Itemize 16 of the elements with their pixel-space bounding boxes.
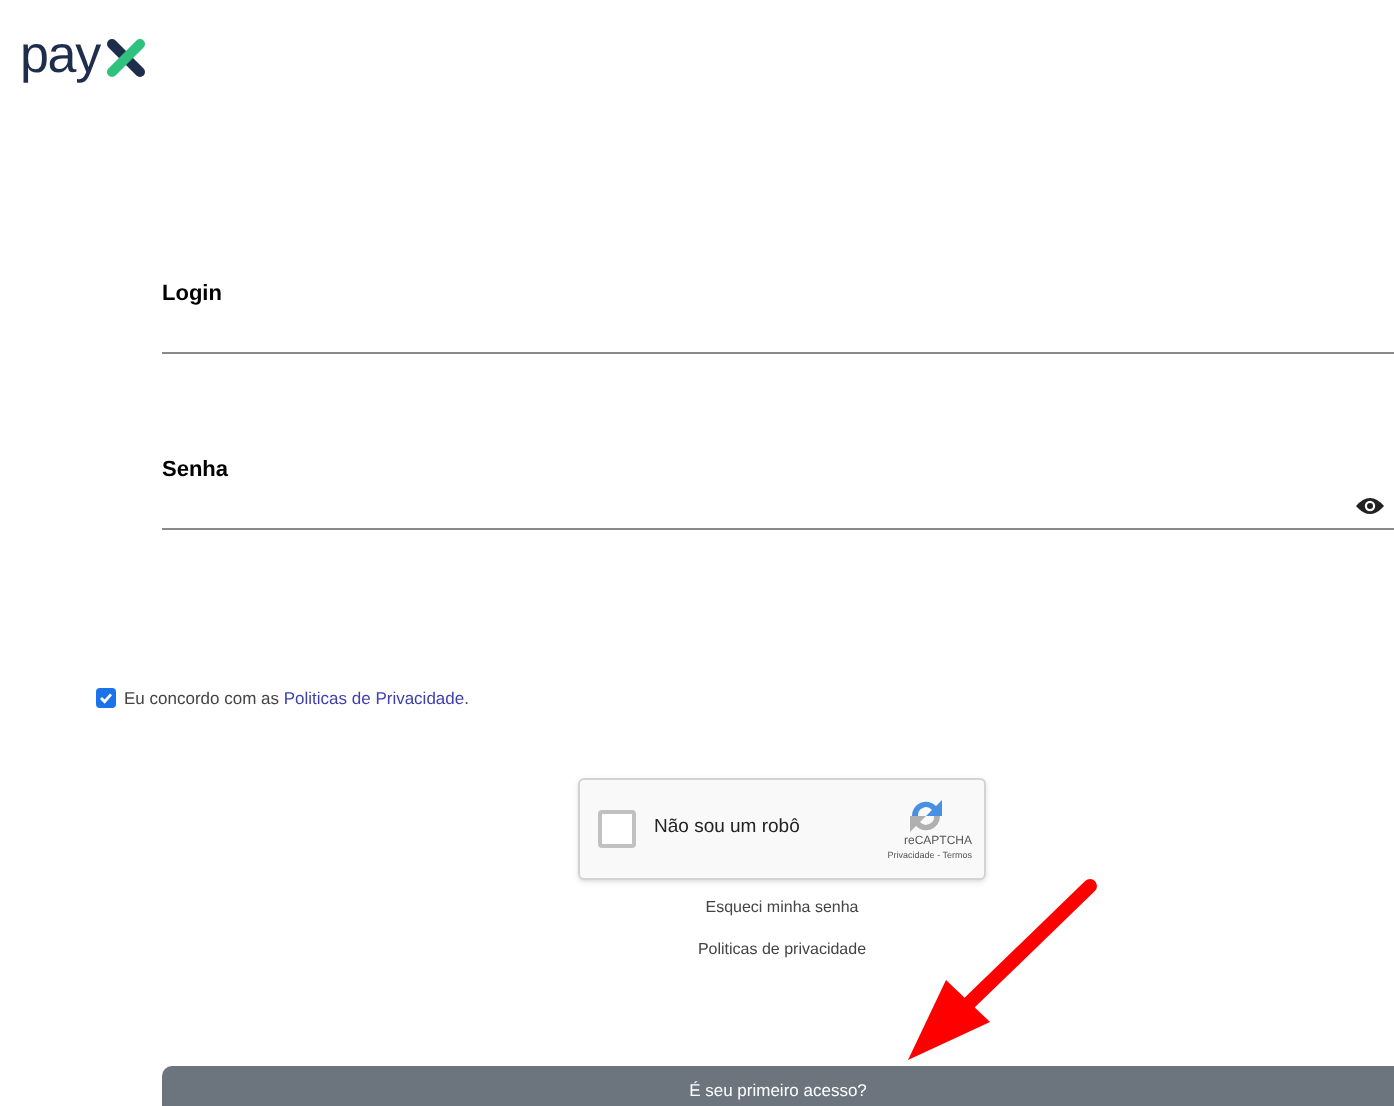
footer-link[interactable]: Esqueci minha senha [705,895,859,920]
field-label: Login [162,280,222,310]
input-field[interactable]: Login [162,278,1394,354]
recaptcha-label: Não sou um robô [654,814,802,843]
recaptcha-checkbox[interactable] [598,809,636,848]
consent-text: Eu concordo com as Politicas de Privacidade. [124,686,469,712]
logo-x-icon [105,38,146,78]
footer-link[interactable]: Politicas de privacidade [697,937,867,962]
first-access-button[interactable]: É seu primeiro acesso? [162,1065,1394,1106]
field-label: Senha [162,456,229,486]
privacy-policy-link[interactable]: Politicas de Privacidade [283,688,465,708]
eye-icon[interactable] [1356,496,1384,516]
recaptcha-logo-icon [904,795,948,836]
input-field[interactable]: Senha [162,454,1394,530]
logo-text: pay [20,28,100,80]
consent-checkbox[interactable] [96,688,116,709]
